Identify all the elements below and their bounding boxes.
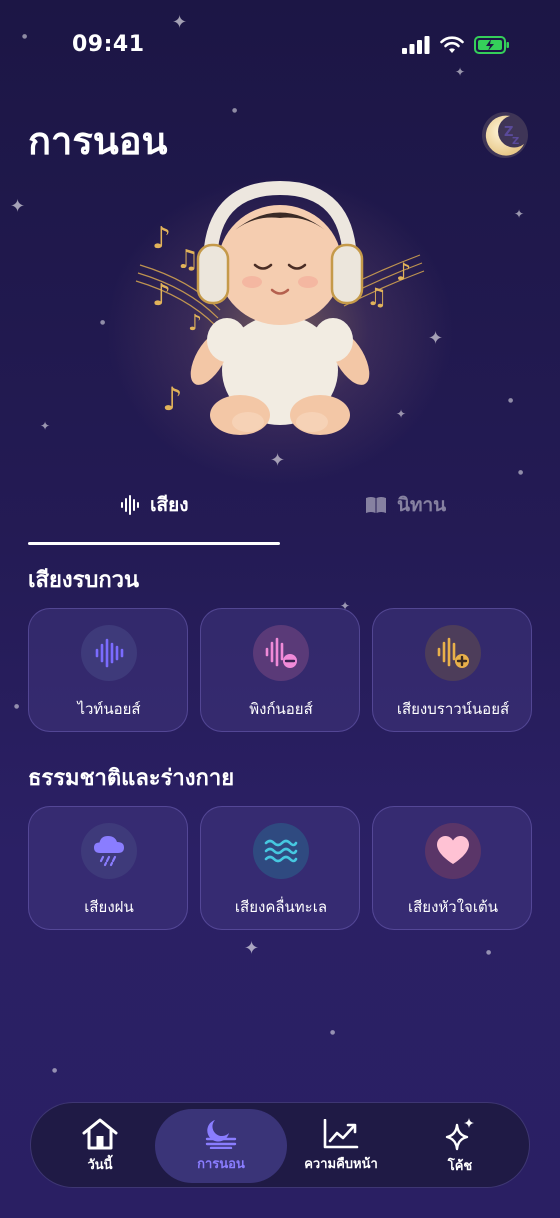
moon-icon <box>205 1119 237 1149</box>
nav-progress[interactable]: ความคืบหน้า <box>299 1103 383 1189</box>
sound-card-ocean-waves[interactable]: เสียงคลื่นทะเล <box>200 806 360 930</box>
nav-sleep[interactable]: การนอน <box>155 1109 287 1183</box>
status-time: 09:41 <box>72 32 145 57</box>
sound-label: เสียงคลื่นทะเล <box>234 898 328 916</box>
content-tabs: เสียง นิทาน <box>0 478 560 548</box>
svg-text:♪: ♪ <box>152 221 171 256</box>
waveform-icon <box>121 495 139 515</box>
nav-label: วันนี้ <box>87 1157 113 1173</box>
book-icon <box>366 497 386 513</box>
tab-sounds[interactable]: เสียง <box>120 490 189 520</box>
nav-today[interactable]: วันนี้ <box>65 1103 135 1189</box>
sparkles-icon <box>445 1117 474 1150</box>
tab-label: นิทาน <box>397 494 447 516</box>
tab-stories[interactable]: นิทาน <box>365 490 446 520</box>
svg-text:Z: Z <box>512 136 519 147</box>
noise-sound-grid: ไวท์นอยส์ พิงก์นอยส์ เสียงบราวน์นอยส์ <box>28 608 532 732</box>
sound-label: เสียงหัวใจเต้น <box>408 898 498 916</box>
page-title: การนอน <box>28 119 168 163</box>
svg-text:♫: ♫ <box>176 245 199 275</box>
sound-card-brown-noise[interactable]: เสียงบราวน์นอยส์ <box>372 608 532 732</box>
signal-icon <box>402 36 430 54</box>
section-title-nature: ธรรมชาติและร่างกาย <box>28 766 235 791</box>
svg-text:♪: ♪ <box>188 311 202 336</box>
svg-text:♪: ♪ <box>396 258 411 286</box>
section-title-noise: เสียงรบกวน <box>28 568 140 593</box>
battery-charging-icon <box>474 36 509 54</box>
sound-label: ไวท์นอยส์ <box>77 700 141 718</box>
sound-label: พิงก์นอยส์ <box>249 700 313 718</box>
nature-sound-grid: เสียงฝน เสียงคลื่นทะเล เสียงหัวใจเต้น <box>28 806 532 930</box>
active-tab-indicator <box>28 542 280 545</box>
nav-coach[interactable]: โค้ช <box>425 1103 495 1189</box>
moon-zzz-icon[interactable]: Z Z <box>480 110 530 160</box>
svg-text:♪: ♪ <box>152 278 171 313</box>
nav-label: โค้ช <box>447 1158 473 1174</box>
sound-card-pink-noise[interactable]: พิงก์นอยส์ <box>200 608 360 732</box>
hero-illustration: ♪ ♫ ♪ ♪ ♪ ♫ ♪ <box>100 170 460 490</box>
home-icon <box>82 1118 118 1149</box>
sound-card-rain[interactable]: เสียงฝน <box>28 806 188 930</box>
sound-card-white-noise[interactable]: ไวท์นอยส์ <box>28 608 188 732</box>
baby-with-headphones-illustration: ♪ ♫ ♪ ♪ ♪ ♫ ♪ <box>135 180 425 435</box>
sound-label: เสียงบราวน์นอยส์ <box>396 700 510 718</box>
wifi-icon <box>440 36 464 53</box>
rain-cloud-icon <box>81 823 137 879</box>
chart-icon <box>323 1118 359 1148</box>
svg-text:♪: ♪ <box>162 380 182 418</box>
bottom-navigation: วันนี้ การนอน ความคืบหน้า โค้ช <box>30 1102 530 1188</box>
svg-text:♫: ♫ <box>366 283 388 311</box>
tab-label: เสียง <box>150 494 189 516</box>
nav-label: ความคืบหน้า <box>304 1156 378 1172</box>
heart-icon <box>425 823 481 879</box>
waveform-plus-icon <box>425 625 481 681</box>
nav-label: การนอน <box>197 1156 245 1172</box>
sound-card-heartbeat[interactable]: เสียงหัวใจเต้น <box>372 806 532 930</box>
waveform-minus-icon <box>253 625 309 681</box>
status-bar: 09:41 <box>0 0 560 90</box>
sound-label: เสียงฝน <box>84 898 134 916</box>
waveform-icon <box>81 625 137 681</box>
waves-icon <box>253 823 309 879</box>
status-icons <box>402 36 510 54</box>
